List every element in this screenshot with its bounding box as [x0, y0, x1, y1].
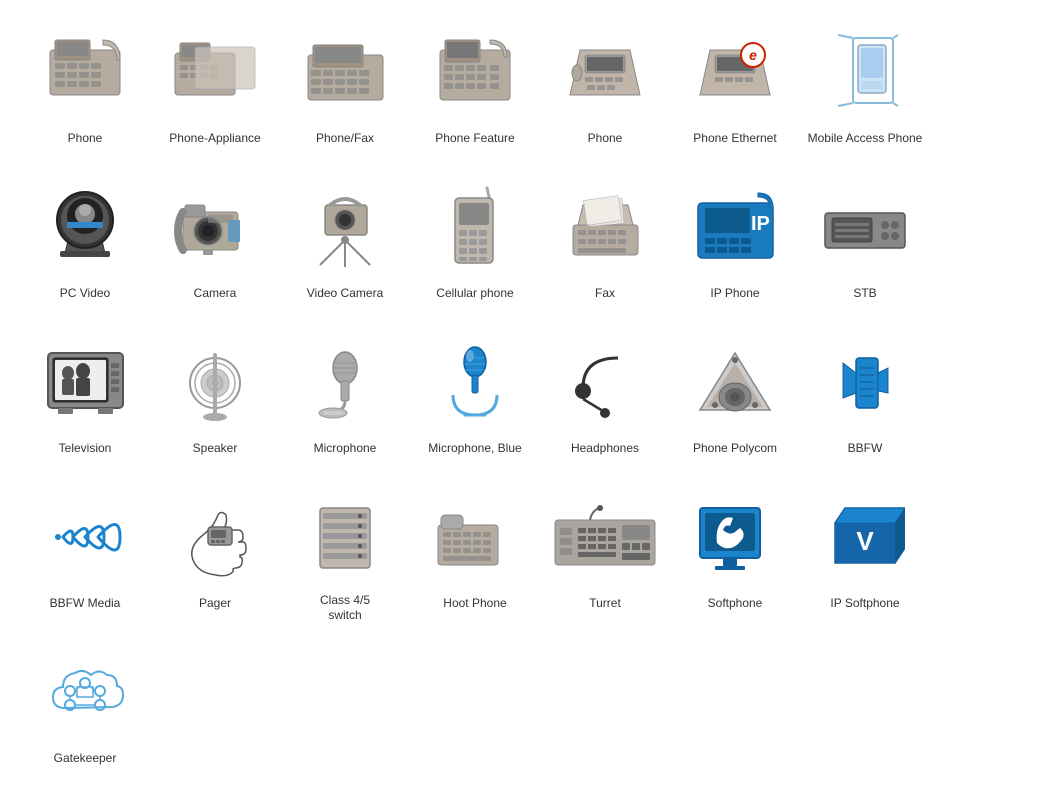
item-camera-label: Camera	[194, 286, 237, 314]
icon-bbfw	[804, 328, 926, 437]
item-phone-feature[interactable]: Phone Feature	[410, 10, 540, 165]
item-fax-label: Fax	[595, 286, 615, 314]
item-turret-label: Turret	[589, 596, 621, 624]
icon-hoot-phone	[414, 483, 536, 592]
item-bbfw-label: BBFW	[848, 441, 883, 469]
item-ip-softphone[interactable]: V IP Softphone	[800, 475, 930, 630]
icon-headphones	[544, 328, 666, 437]
item-ip-phone[interactable]: IP IP Phone	[670, 165, 800, 320]
icon-phone-fax	[284, 18, 406, 127]
icon-ip-phone: IP	[674, 173, 796, 282]
item-fax[interactable]: Fax	[540, 165, 670, 320]
svg-text:IP: IP	[751, 213, 770, 235]
icon-speaker	[154, 328, 276, 437]
item-phone2[interactable]: Phone	[540, 10, 670, 165]
svg-text:V: V	[856, 526, 874, 556]
item-phone-polycom[interactable]: Phone Polycom	[670, 320, 800, 475]
item-phone-ethernet[interactable]: e Phone Ethernet	[670, 10, 800, 165]
icon-grid: Phone Phone-Appliance	[0, 0, 1048, 795]
item-class-switch[interactable]: Class 4/5 switch	[280, 475, 410, 630]
item-ip-phone-label: IP Phone	[710, 286, 759, 314]
item-stb[interactable]: STB	[800, 165, 930, 320]
item-class-switch-label: Class 4/5 switch	[320, 593, 370, 624]
item-bbfw[interactable]: BBFW	[800, 320, 930, 475]
icon-mobile-access-phone	[804, 18, 926, 127]
icon-fax	[544, 173, 666, 282]
item-microphone-label: Microphone	[314, 441, 377, 469]
item-turret[interactable]: Turret	[540, 475, 670, 630]
item-phone2-label: Phone	[588, 131, 623, 159]
icon-pc-video	[24, 173, 146, 282]
item-pc-video[interactable]: PC Video	[20, 165, 150, 320]
icon-stb	[804, 173, 926, 282]
item-television[interactable]: Television	[20, 320, 150, 475]
item-mobile-access-phone[interactable]: Mobile Access Phone	[800, 10, 930, 165]
icon-microphone	[284, 328, 406, 437]
item-pc-video-label: PC Video	[60, 286, 110, 314]
item-bbfw-media-label: BBFW Media	[50, 596, 121, 624]
icon-phone	[24, 18, 146, 127]
item-gatekeeper[interactable]: Gatekeeper	[20, 630, 150, 785]
item-phone[interactable]: Phone	[20, 10, 150, 165]
icon-camera	[154, 173, 276, 282]
item-headphones[interactable]: Headphones	[540, 320, 670, 475]
item-speaker[interactable]: Speaker	[150, 320, 280, 475]
item-phone-appliance[interactable]: Phone-Appliance	[150, 10, 280, 165]
item-video-camera-label: Video Camera	[307, 286, 384, 314]
icon-gatekeeper	[24, 638, 146, 747]
icon-ip-softphone: V	[804, 483, 926, 592]
icon-phone-ethernet: e	[674, 18, 796, 127]
item-bbfw-media[interactable]: BBFW Media	[20, 475, 150, 630]
item-speaker-label: Speaker	[193, 441, 238, 469]
item-pager-label: Pager	[199, 596, 231, 624]
icon-video-camera	[284, 173, 406, 282]
item-cellular-phone-label: Cellular phone	[436, 286, 513, 314]
item-microphone[interactable]: Microphone	[280, 320, 410, 475]
icon-softphone	[674, 483, 796, 592]
svg-text:e: e	[749, 47, 757, 63]
item-phone-fax[interactable]: Phone/Fax	[280, 10, 410, 165]
item-microphone-blue-label: Microphone, Blue	[428, 441, 521, 469]
icon-phone-feature	[414, 18, 536, 127]
icon-cellular-phone	[414, 173, 536, 282]
icon-class-switch	[284, 483, 406, 589]
item-hoot-phone[interactable]: Hoot Phone	[410, 475, 540, 630]
item-phone-feature-label: Phone Feature	[435, 131, 514, 159]
icon-pager	[154, 483, 276, 592]
icon-phone-polycom	[674, 328, 796, 437]
item-phone-ethernet-label: Phone Ethernet	[693, 131, 776, 159]
icon-phone2	[544, 18, 666, 127]
item-ip-softphone-label: IP Softphone	[830, 596, 899, 624]
item-microphone-blue[interactable]: Microphone, Blue	[410, 320, 540, 475]
item-softphone-label: Softphone	[708, 596, 763, 624]
item-mobile-access-phone-label: Mobile Access Phone	[808, 131, 923, 159]
item-television-label: Television	[59, 441, 112, 469]
item-camera[interactable]: Camera	[150, 165, 280, 320]
item-phone-polycom-label: Phone Polycom	[693, 441, 777, 469]
item-pager[interactable]: Pager	[150, 475, 280, 630]
item-gatekeeper-label: Gatekeeper	[54, 751, 117, 779]
item-video-camera[interactable]: Video Camera	[280, 165, 410, 320]
item-softphone[interactable]: Softphone	[670, 475, 800, 630]
icon-turret	[544, 483, 666, 592]
icon-television	[24, 328, 146, 437]
icon-microphone-blue	[414, 328, 536, 437]
item-hoot-phone-label: Hoot Phone	[443, 596, 506, 624]
item-phone-appliance-label: Phone-Appliance	[169, 131, 260, 159]
item-stb-label: STB	[853, 286, 876, 314]
icon-bbfw-media	[24, 483, 146, 592]
icon-phone-appliance	[154, 18, 276, 127]
item-headphones-label: Headphones	[571, 441, 639, 469]
item-phone-label: Phone	[68, 131, 103, 159]
item-phone-fax-label: Phone/Fax	[316, 131, 374, 159]
item-cellular-phone[interactable]: Cellular phone	[410, 165, 540, 320]
